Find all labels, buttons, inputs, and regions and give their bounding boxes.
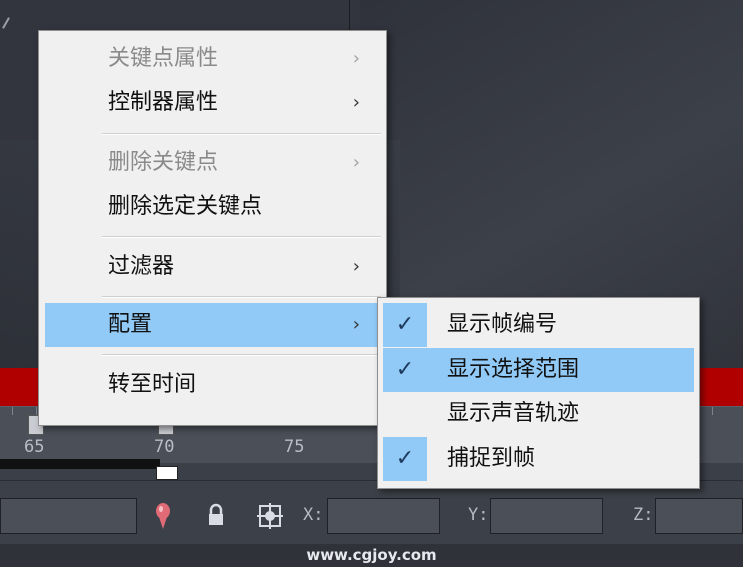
snap-target-icon[interactable] xyxy=(257,501,283,531)
menu-item-delete-key[interactable]: 删除关键点 › xyxy=(45,141,380,185)
lock-icon[interactable] xyxy=(203,501,229,531)
submenu-item-label: 显示帧编号 xyxy=(447,312,558,337)
checkmark-box: ✓ xyxy=(383,348,427,392)
checkmark-box xyxy=(383,392,427,436)
z-label: Z: xyxy=(633,505,654,525)
menu-item-filters[interactable]: 过滤器 › xyxy=(45,245,380,289)
menu-item-label: 删除选定关键点 xyxy=(108,194,263,219)
configure-submenu: ✓ 显示帧编号 ✓ 显示选择范围 显示声音轨迹 ✓ 捕捉到帧 xyxy=(377,297,700,489)
menu-separator xyxy=(102,296,381,298)
submenu-item-label: 捕捉到帧 xyxy=(447,446,536,471)
watermark-text: www.cgjoy.com xyxy=(306,546,437,564)
submenu-arrow-icon: › xyxy=(352,152,360,173)
x-label: X: xyxy=(303,505,324,525)
tick-label: 65 xyxy=(24,437,45,457)
y-label: Y: xyxy=(468,505,489,525)
submenu-arrow-icon: › xyxy=(352,256,360,277)
time-slider-handle[interactable] xyxy=(156,466,178,480)
y-coordinate-field[interactable] xyxy=(490,498,603,534)
status-bar: X: Y: Z: xyxy=(0,480,743,545)
key-pin-icon[interactable] xyxy=(150,501,176,531)
submenu-arrow-icon: › xyxy=(352,48,360,69)
menu-item-label: 关键点属性 xyxy=(108,46,219,71)
submenu-item-snap-to-frames[interactable]: ✓ 捕捉到帧 xyxy=(383,437,694,481)
submenu-item-show-sound-track[interactable]: 显示声音轨迹 xyxy=(383,392,694,436)
submenu-item-show-selection-range[interactable]: ✓ 显示选择范围 xyxy=(383,348,694,392)
checkmark-icon: ✓ xyxy=(395,357,415,382)
tick-label: 75 xyxy=(284,437,305,457)
x-coordinate-field[interactable] xyxy=(327,498,440,534)
menu-item-label: 控制器属性 xyxy=(108,90,219,115)
menu-separator xyxy=(102,354,381,356)
menu-separator xyxy=(102,133,381,135)
tick-label: 70 xyxy=(154,437,175,457)
context-menu: 关键点属性 › 控制器属性 › 删除关键点 › 删除选定关键点 过滤器 › 配置… xyxy=(38,30,387,426)
checkmark-box: ✓ xyxy=(383,437,427,481)
submenu-item-label: 显示选择范围 xyxy=(447,357,580,382)
menu-item-key-properties[interactable]: 关键点属性 › xyxy=(45,37,380,81)
menu-item-label: 过滤器 xyxy=(108,254,175,279)
menu-separator xyxy=(102,236,381,238)
submenu-item-show-frame-numbers[interactable]: ✓ 显示帧编号 xyxy=(383,303,694,347)
checkmark-box: ✓ xyxy=(383,303,427,347)
menu-item-controller-properties[interactable]: 控制器属性 › xyxy=(45,81,380,125)
tick xyxy=(12,407,13,415)
menu-item-goto-time[interactable]: 转至时间 xyxy=(45,363,380,407)
prompt-field[interactable] xyxy=(0,498,137,534)
submenu-item-label: 显示声音轨迹 xyxy=(447,401,580,426)
time-track[interactable] xyxy=(0,459,160,469)
menu-item-label: 转至时间 xyxy=(108,372,197,397)
tick xyxy=(712,407,713,415)
checkmark-icon: ✓ xyxy=(395,312,415,337)
menu-item-configure[interactable]: 配置 › xyxy=(45,303,380,347)
menu-item-label: 配置 xyxy=(108,312,153,337)
submenu-arrow-icon: › xyxy=(352,314,360,335)
z-coordinate-field[interactable] xyxy=(655,498,743,534)
submenu-arrow-icon: › xyxy=(352,92,360,113)
viewport-line xyxy=(2,17,10,29)
menu-item-delete-selected-keys[interactable]: 删除选定关键点 xyxy=(45,185,380,229)
checkmark-icon: ✓ xyxy=(395,446,415,471)
menu-item-label: 删除关键点 xyxy=(108,150,219,175)
watermark-bar: www.cgjoy.com xyxy=(0,544,743,567)
